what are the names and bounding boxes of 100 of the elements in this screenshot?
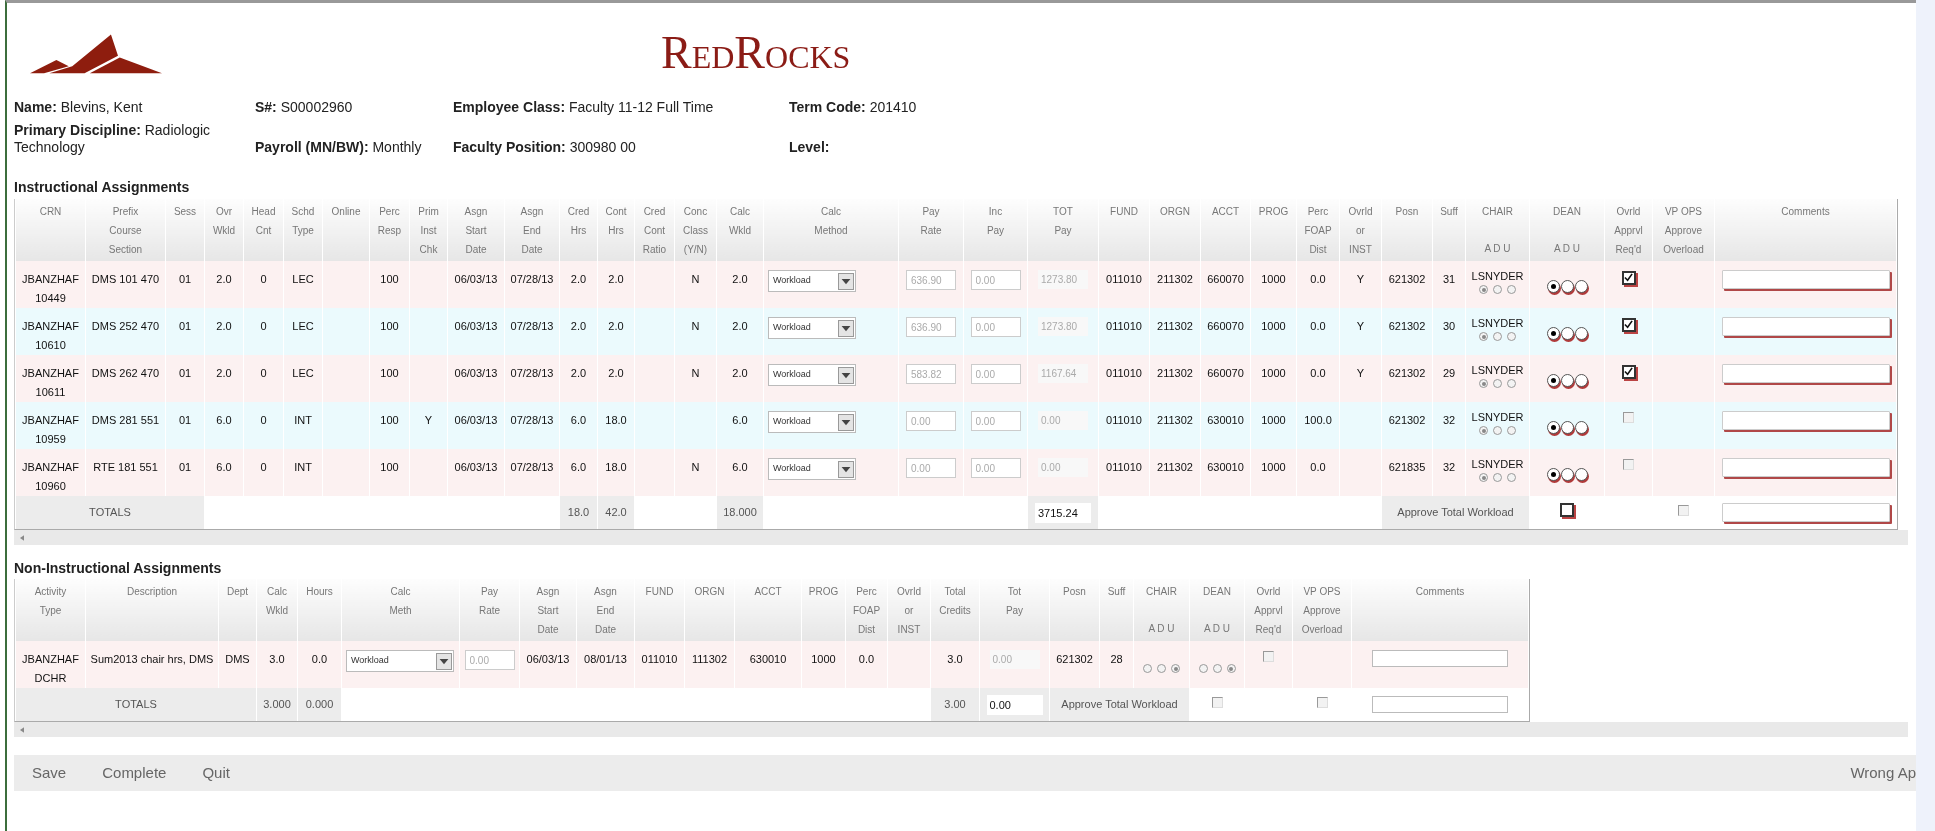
radio-button[interactable]: [1507, 332, 1516, 341]
column-header: Perc FOAP Dist: [1304, 205, 1332, 257]
action-button[interactable]: Quit: [184, 755, 248, 791]
checkbox[interactable]: [1621, 270, 1636, 285]
table-cell: 06/03/13: [447, 449, 505, 496]
column-header: Calc Wkld: [265, 585, 289, 618]
column-header: VP OPS Approve Overload: [1663, 205, 1704, 257]
radio-button[interactable]: [1574, 280, 1588, 293]
radio-button[interactable]: [1157, 664, 1166, 673]
radio-button[interactable]: [1198, 664, 1208, 673]
approver-name: LSNYDER: [1471, 411, 1524, 424]
calc-method-select[interactable]: Workload: [768, 411, 856, 433]
radio-button[interactable]: [1546, 280, 1560, 293]
radio-button[interactable]: [1493, 473, 1502, 482]
action-button[interactable]: Save: [14, 755, 85, 791]
radio-button[interactable]: [1546, 468, 1560, 481]
number-field[interactable]: 0.00: [464, 650, 515, 670]
table-cell: 6.0: [204, 449, 244, 496]
radio-button[interactable]: [1560, 468, 1574, 481]
number-field[interactable]: 636.90: [906, 270, 956, 290]
horizontal-scrollbar[interactable]: [14, 530, 1908, 545]
column-header: Ovrld Apprvl Req'd: [1614, 205, 1643, 257]
number-field[interactable]: 0.00: [906, 458, 956, 478]
radio-button[interactable]: [1493, 379, 1502, 388]
checkbox[interactable]: [1560, 503, 1574, 518]
calc-method-select[interactable]: Workload: [768, 317, 856, 339]
radio-button[interactable]: [1546, 421, 1560, 434]
total-value: 3.000: [256, 688, 298, 721]
column-header: Pay Rate: [478, 585, 501, 618]
checkbox[interactable]: [1621, 317, 1636, 332]
info-field: S#: S00002960: [255, 99, 453, 116]
comment-field[interactable]: [1721, 458, 1890, 477]
scroll-left-icon[interactable]: [20, 534, 24, 541]
comment-field[interactable]: [1721, 364, 1890, 383]
radio-button[interactable]: [1507, 379, 1516, 388]
total-value: 42.0: [597, 496, 635, 529]
radio-button[interactable]: [1493, 332, 1502, 341]
radio-button[interactable]: [1574, 421, 1588, 434]
comment-field[interactable]: [1721, 270, 1890, 289]
radio-button[interactable]: [1493, 426, 1502, 435]
number-field[interactable]: 0.00: [906, 411, 956, 431]
radio-button[interactable]: [1546, 327, 1560, 340]
radio-button[interactable]: [1226, 664, 1236, 673]
radio-button[interactable]: [1171, 664, 1180, 673]
column-header: Total Credits: [939, 585, 971, 618]
column-header: Calc Wkld: [728, 205, 752, 238]
column-header: Prefix Course Section: [108, 205, 143, 257]
radio-button[interactable]: [1479, 285, 1488, 294]
column-header: Ovrld or INST: [1348, 205, 1373, 257]
calc-method-select[interactable]: Workload: [768, 458, 856, 480]
column-header: Cred Cont Ratio: [642, 205, 667, 257]
number-field[interactable]: 0.00: [970, 270, 1021, 290]
radio-button[interactable]: [1507, 285, 1516, 294]
radio-button[interactable]: [1574, 327, 1588, 340]
number-field[interactable]: 636.90: [906, 317, 956, 337]
scroll-left-icon[interactable]: [20, 726, 24, 733]
comment-field[interactable]: [1372, 650, 1508, 667]
column-header: FUND: [1110, 205, 1138, 219]
radio-button[interactable]: [1479, 473, 1488, 482]
table-cell: N: [674, 449, 717, 496]
action-button[interactable]: Complete: [84, 755, 185, 791]
comment-field[interactable]: [1721, 317, 1890, 336]
comment-field[interactable]: [1721, 503, 1890, 522]
vertical-scrollbar[interactable]: [1916, 0, 1935, 831]
column-header: Ovr Wkld: [212, 205, 236, 238]
radio-button[interactable]: [1143, 664, 1152, 673]
checkbox[interactable]: [1621, 364, 1636, 379]
comment-field[interactable]: [1721, 411, 1890, 430]
comment-field[interactable]: [1372, 696, 1508, 713]
radio-button[interactable]: [1507, 473, 1516, 482]
radio-button[interactable]: [1212, 664, 1222, 673]
radio-button[interactable]: [1574, 468, 1588, 481]
radio-button[interactable]: [1546, 374, 1560, 387]
status-text: Wrong Ap: [1850, 762, 1916, 783]
radio-button[interactable]: [1560, 421, 1574, 434]
radio-button[interactable]: [1560, 374, 1574, 387]
column-header: Comments: [1415, 585, 1465, 599]
calc-method-select[interactable]: Workload: [768, 270, 856, 292]
table-cell: 0.0: [1296, 449, 1340, 496]
number-field[interactable]: 0.00: [970, 317, 1021, 337]
radio-button[interactable]: [1479, 332, 1488, 341]
radio-button[interactable]: [1560, 280, 1574, 293]
approver-name: LSNYDER: [1471, 458, 1524, 471]
calc-method-select[interactable]: Workload: [346, 650, 454, 672]
totals-label: TOTALS: [15, 688, 257, 721]
radio-button[interactable]: [1479, 426, 1488, 435]
number-field[interactable]: 0.00: [970, 411, 1021, 431]
radio-button[interactable]: [1493, 285, 1502, 294]
number-field[interactable]: 0.00: [970, 364, 1021, 384]
horizontal-scrollbar[interactable]: [14, 722, 1908, 737]
radio-button[interactable]: [1479, 379, 1488, 388]
radio-button[interactable]: [1574, 374, 1588, 387]
number-field[interactable]: 0.00: [970, 458, 1021, 478]
table-cell: 1000: [801, 641, 846, 688]
calc-method-select[interactable]: Workload: [768, 364, 856, 386]
radio-button[interactable]: [1560, 327, 1574, 340]
column-header: Asgn End Date: [594, 585, 617, 637]
radio-button[interactable]: [1507, 426, 1516, 435]
table-cell: 1000: [1250, 449, 1297, 496]
number-field[interactable]: 583.82: [906, 364, 956, 384]
